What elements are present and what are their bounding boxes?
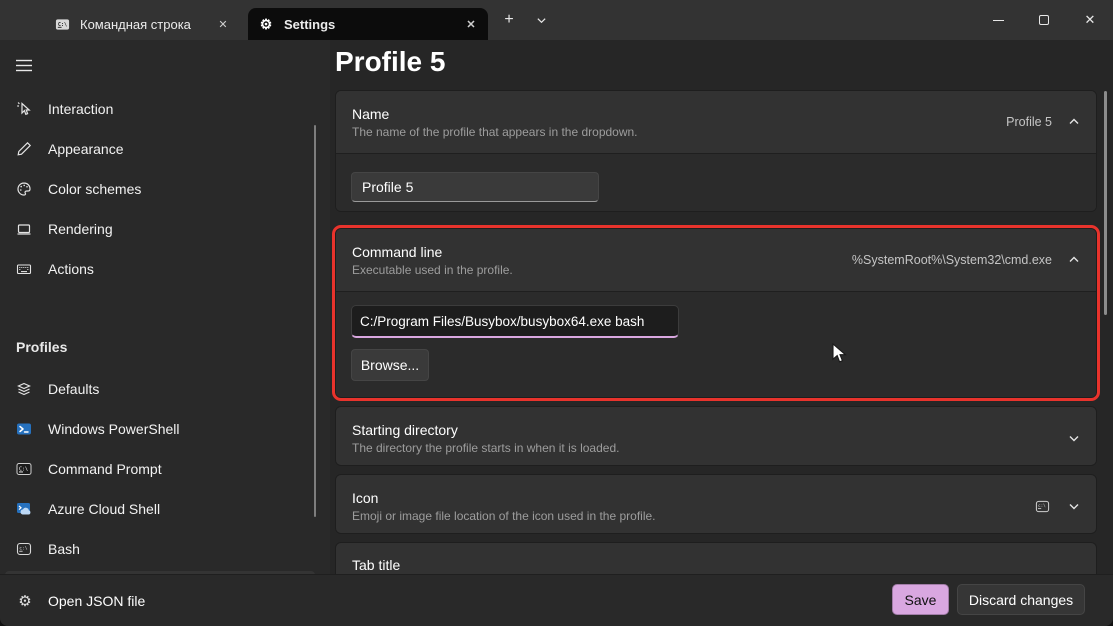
expander-command-line-body: Browse... (336, 291, 1096, 398)
palette-icon (16, 181, 32, 197)
open-json-label: Open JSON file (48, 593, 145, 609)
hamburger-button[interactable] (8, 50, 40, 80)
setting-current-value: Profile 5 (1006, 115, 1052, 129)
tab-close-icon[interactable]: ✕ (214, 15, 232, 33)
browse-button[interactable]: Browse... (351, 349, 429, 381)
setting-title: Starting directory (352, 422, 1068, 438)
chevron-down-icon (536, 15, 547, 26)
save-button[interactable]: Save (892, 584, 949, 615)
svg-text:c:\: c:\ (1038, 503, 1046, 509)
open-json-file-button[interactable]: ⚙ Open JSON file (8, 583, 153, 619)
sidebar-item-azure-cloud-shell[interactable]: Azure Cloud Shell (5, 491, 315, 527)
hamburger-icon (16, 59, 32, 72)
commandline-input[interactable] (351, 305, 679, 338)
setting-subtitle: The name of the profile that appears in … (352, 125, 1006, 139)
name-input[interactable] (351, 172, 599, 202)
setting-subtitle: Emoji or image file location of the icon… (352, 509, 1034, 523)
chevron-down-icon (1068, 432, 1080, 444)
maximize-icon (1039, 15, 1049, 25)
app-window: C:\ Командная строка ✕ ⚙ Settings ✕ + ✕ … (0, 0, 1113, 626)
azure-cloud-icon (16, 501, 32, 517)
expander-tab-title-header[interactable]: Tab title (336, 543, 1096, 574)
new-tab-button[interactable]: + (495, 7, 523, 33)
sidebar-item-label: Command Prompt (48, 461, 162, 477)
sidebar-item-label: Color schemes (48, 181, 141, 197)
setting-subtitle: Executable used in the profile. (352, 263, 852, 277)
expander-name: Name The name of the profile that appear… (335, 90, 1097, 212)
tab-settings[interactable]: ⚙ Settings ✕ (248, 8, 488, 40)
gear-icon: ⚙ (258, 16, 274, 32)
cmd-icon: C:\ (16, 461, 32, 477)
chevron-up-icon (1068, 116, 1080, 128)
titlebar: C:\ Командная строка ✕ ⚙ Settings ✕ + ✕ (0, 0, 1113, 40)
tab-title: Settings (284, 17, 462, 32)
sidebar-item-actions[interactable]: Actions (5, 251, 315, 287)
sidebar-item-windows-powershell[interactable]: Windows PowerShell (5, 411, 315, 447)
sidebar-item-label: Actions (48, 261, 94, 277)
sidebar: Interaction Appearance Color schemes Ren… (0, 40, 330, 574)
settings-main-panel: Profile 5 Name The name of the profile t… (330, 40, 1113, 574)
tab-dropdown-button[interactable] (527, 7, 555, 33)
setting-title: Tab title (352, 557, 1080, 573)
sidebar-item-label: Rendering (48, 221, 113, 237)
page-title: Profile 5 (335, 46, 445, 78)
expander-command-line: Command line Executable used in the prof… (335, 228, 1097, 398)
tab-command-prompt[interactable]: C:\ Командная строка ✕ (44, 8, 240, 40)
keyboard-icon (16, 261, 32, 277)
footer-bar: ⚙ Open JSON file Save Discard changes (0, 574, 1113, 626)
setting-title: Icon (352, 490, 1034, 506)
svg-text:c:\: c:\ (19, 546, 28, 552)
tab-title: Командная строка (80, 17, 214, 32)
pointer-icon (16, 101, 32, 117)
sidebar-item-rendering[interactable]: Rendering (5, 211, 315, 247)
sidebar-item-bash[interactable]: c:\ Bash (5, 531, 315, 567)
sidebar-item-label: Windows PowerShell (48, 421, 180, 437)
sidebar-item-label: Appearance (48, 141, 124, 157)
sidebar-item-command-prompt[interactable]: C:\ Command Prompt (5, 451, 315, 487)
sidebar-item-defaults[interactable]: Defaults (5, 371, 315, 407)
pen-icon (16, 141, 32, 157)
minimize-icon (993, 20, 1004, 21)
profile-icon-preview: c:\ (1034, 498, 1050, 514)
close-button[interactable]: ✕ (1067, 0, 1113, 40)
chevron-down-icon (1068, 500, 1080, 512)
layers-icon (16, 381, 32, 397)
setting-current-value: %SystemRoot%\System32\cmd.exe (852, 253, 1052, 267)
sidebar-item-label: Bash (48, 541, 80, 557)
expander-starting-directory: Starting directory The directory the pro… (335, 406, 1097, 466)
setting-title: Name (352, 106, 1006, 122)
monitor-icon (16, 221, 32, 237)
sidebar-item-label: Azure Cloud Shell (48, 501, 160, 517)
profiles-section-header: Profiles (16, 339, 67, 355)
setting-title: Command line (352, 244, 852, 260)
sidebar-scrollbar[interactable] (314, 125, 316, 517)
sidebar-item-label: Defaults (48, 381, 99, 397)
maximize-button[interactable] (1021, 0, 1067, 40)
gear-icon: ⚙ (16, 592, 34, 610)
powershell-icon (16, 421, 32, 437)
tab-close-icon[interactable]: ✕ (462, 15, 480, 33)
terminal-icon: c:\ (16, 541, 32, 557)
discard-changes-button[interactable]: Discard changes (957, 584, 1085, 615)
expander-icon-header[interactable]: Icon Emoji or image file location of the… (336, 475, 1096, 534)
content-scrollbar[interactable] (1104, 91, 1107, 315)
expander-starting-directory-header[interactable]: Starting directory The directory the pro… (336, 407, 1096, 466)
sidebar-item-appearance[interactable]: Appearance (5, 131, 315, 167)
sidebar-item-label: Interaction (48, 101, 113, 117)
sidebar-item-color-schemes[interactable]: Color schemes (5, 171, 315, 207)
expander-command-line-header[interactable]: Command line Executable used in the prof… (336, 229, 1096, 291)
cmd-tab-icon: C:\ (54, 16, 70, 32)
expander-name-header[interactable]: Name The name of the profile that appear… (336, 91, 1096, 153)
chevron-up-icon (1068, 254, 1080, 266)
minimize-button[interactable] (975, 0, 1021, 40)
expander-name-body (336, 153, 1096, 212)
setting-subtitle: The directory the profile starts in when… (352, 441, 1068, 455)
sidebar-item-interaction[interactable]: Interaction (5, 91, 315, 127)
expander-tab-title: Tab title (335, 542, 1097, 574)
expander-icon: Icon Emoji or image file location of the… (335, 474, 1097, 534)
